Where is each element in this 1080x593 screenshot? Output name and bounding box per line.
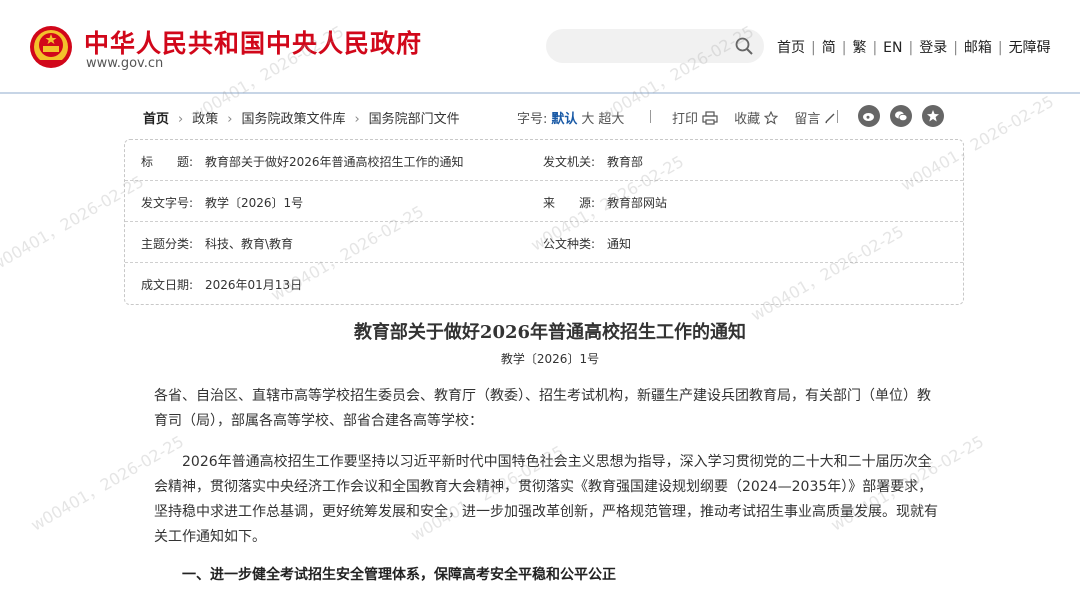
document-info-table: 标 题: 教育部关于做好2026年普通高校招生工作的通知 发文机关: 教育部 发… (124, 139, 964, 305)
breadcrumb-policy[interactable]: 政策 (192, 112, 218, 127)
font-size-large[interactable]: 大 (581, 112, 594, 127)
weibo-icon[interactable] (858, 105, 880, 127)
nav-mail[interactable]: 邮箱 (964, 40, 992, 56)
font-size-selector: 字号: 默认大超大 (517, 108, 628, 127)
wechat-icon[interactable] (890, 105, 912, 127)
site-url: www.gov.cn (86, 56, 164, 71)
nav-login[interactable]: 登录 (919, 40, 947, 56)
info-date-label: 成文日期: (141, 278, 194, 292)
article-section-heading: 一、进一步健全考试招生安全管理体系，保障高考安全平稳和公平公正 (182, 567, 616, 583)
tools: 打印 收藏 留言 (672, 108, 848, 127)
info-topic-label: 主题分类: (141, 237, 194, 251)
info-row: 成文日期: 2026年01月13日 (125, 263, 963, 304)
site-title[interactable]: 中华人民共和国中央人民政府 (84, 24, 422, 60)
info-docno-label: 发文字号: (141, 196, 194, 210)
nav-accessibility[interactable]: 无障碍 (1009, 40, 1051, 56)
site-header: 中华人民共和国中央人民政府 www.gov.cn 首页 | 简 | 繁 | EN | 登录 | 邮箱… (0, 0, 1080, 92)
printer-icon (702, 110, 718, 125)
chevron-right-icon: › (178, 112, 184, 127)
font-size-default[interactable]: 默认 (551, 112, 577, 127)
info-title-value: 教育部关于做好2026年普通高校招生工作的通知 (205, 155, 464, 169)
font-size-label: 字号: (517, 112, 548, 127)
font-size-xlarge[interactable]: 超大 (598, 112, 624, 127)
info-title-label: 标 题: (141, 155, 194, 169)
print-label: 打印 (672, 112, 699, 127)
info-type-value: 通知 (607, 237, 632, 251)
article-paragraph: 2026年普通高校招生工作要坚持以习近平新时代中国特色社会主义思想为指导，深入学… (154, 454, 938, 545)
top-nav: 首页 | 简 | 繁 | EN | 登录 | 邮箱 | 无障碍 (777, 40, 1051, 56)
info-row: 发文字号: 教学〔2026〕1号 来 源: 教育部网站 (125, 181, 963, 222)
info-source-value: 教育部网站 (607, 196, 668, 210)
info-row: 主题分类: 科技、教育\教育 公文种类: 通知 (125, 222, 963, 263)
nav-home[interactable]: 首页 (777, 40, 805, 56)
favorite-label: 收藏 (734, 112, 761, 127)
info-date-value: 2026年01月13日 (205, 278, 303, 292)
star-icon (764, 110, 779, 125)
header-divider (0, 92, 1080, 94)
toolbar: 首页 › 政策 › 国务院政策文件库 › 国务院部门文件 字号: 默认大超大 打印 收藏 留言 (0, 100, 1080, 132)
info-docno-value: 教学〔2026〕1号 (205, 196, 304, 210)
article-paragraph: 各省、自治区、直辖市高等学校招生委员会、教育厅（教委）、招生考试机构，新疆生产建… (154, 388, 931, 429)
divider (837, 110, 838, 123)
nav-traditional[interactable]: 繁 (852, 40, 866, 56)
breadcrumb: 首页 › 政策 › 国务院政策文件库 › 国务院部门文件 (143, 108, 460, 127)
qzone-icon[interactable] (922, 105, 944, 127)
article-title: 教育部关于做好2026年普通高校招生工作的通知 (353, 322, 747, 343)
comment-label: 留言 (794, 112, 821, 127)
info-row: 标 题: 教育部关于做好2026年普通高校招生工作的通知 发文机关: 教育部 (125, 140, 963, 181)
nav-english[interactable]: EN (883, 40, 902, 56)
info-source-label: 来 源: (543, 196, 596, 210)
share-icons (858, 105, 944, 127)
search-icon[interactable] (734, 36, 754, 56)
print-button[interactable]: 打印 (672, 108, 718, 127)
national-emblem-icon[interactable] (28, 24, 74, 70)
search-input[interactable] (546, 29, 764, 63)
pencil-icon (825, 113, 835, 123)
divider (650, 110, 651, 123)
chevron-right-icon: › (354, 112, 360, 127)
favorite-button[interactable]: 收藏 (734, 108, 779, 127)
article-doc-number: 教学〔2026〕1号 (500, 352, 600, 366)
info-topic-value: 科技、教育\教育 (205, 237, 294, 251)
breadcrumb-home[interactable]: 首页 (143, 112, 169, 127)
info-type-label: 公文种类: (543, 237, 596, 251)
comment-button[interactable]: 留言 (794, 108, 836, 127)
breadcrumb-department-docs[interactable]: 国务院部门文件 (369, 112, 460, 127)
breadcrumb-policy-library[interactable]: 国务院政策文件库 (241, 112, 345, 127)
info-issuer-value: 教育部 (607, 155, 644, 169)
chevron-right-icon: › (227, 112, 233, 127)
nav-simplified[interactable]: 简 (822, 40, 836, 56)
info-issuer-label: 发文机关: (543, 155, 596, 169)
